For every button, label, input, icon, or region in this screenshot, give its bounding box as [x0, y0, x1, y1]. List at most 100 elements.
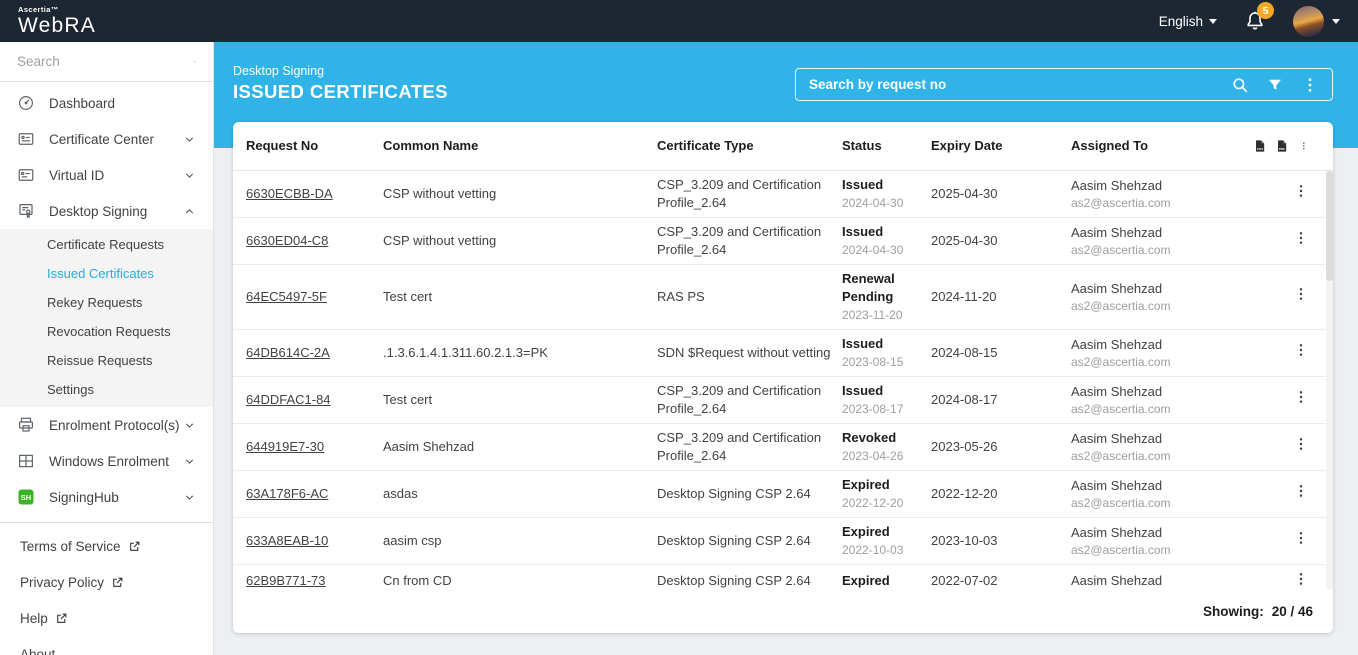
external-link-icon [55, 612, 68, 625]
request-no-link[interactable]: 6630ECBB-DA [246, 186, 333, 201]
row-actions-kebab-icon[interactable] [1293, 285, 1309, 303]
assigned-to-email: as2@ascertia.com [1071, 448, 1247, 464]
request-no-link[interactable]: 633A8EAB-10 [246, 533, 328, 548]
status-badge: Issued [842, 382, 923, 400]
issued-certificates-card: Request NoCommon NameCertificate TypeSta… [233, 122, 1333, 633]
assigned-to-name: Aasim Shehzad [1071, 280, 1247, 298]
expiry-date-cell: 2024-08-17 [931, 392, 998, 407]
svg-text:PDF: PDF [1279, 147, 1285, 151]
column-header-common-name: Common Name [383, 122, 657, 170]
row-actions-kebab-icon[interactable] [1293, 388, 1309, 406]
svg-text:SH: SH [21, 493, 31, 502]
request-no-link[interactable]: 64EC5497-5F [246, 289, 327, 304]
sidebar-subitem-label: Certificate Requests [47, 237, 164, 252]
chevron-down-icon [183, 169, 196, 182]
request-no-link[interactable]: 644919E7-30 [246, 439, 324, 454]
request-no-link[interactable]: 62B9B771-73 [246, 573, 326, 588]
sidebar-subitem-settings[interactable]: Settings [0, 375, 213, 404]
certificate-type-cell: CSP_3.209 and Certification Profile_2.64 [657, 383, 821, 416]
footer-link-privacy-policy[interactable]: Privacy Policy [0, 564, 213, 600]
avatar [1293, 6, 1324, 37]
assigned-to-email: as2@ascertia.com [1071, 495, 1247, 511]
export-csv-icon[interactable]: CSV [1255, 136, 1265, 156]
sidebar-item-signinghub[interactable]: SHSigningHub [0, 479, 213, 515]
assigned-to-name: Aasim Shehzad [1071, 477, 1247, 495]
row-actions-kebab-icon[interactable] [1293, 529, 1309, 547]
row-actions-kebab-icon[interactable] [1293, 482, 1309, 500]
search-icon[interactable] [194, 53, 196, 70]
request-search-input[interactable] [809, 77, 1214, 92]
certificate-center-icon [17, 130, 35, 148]
assigned-to-name: Aasim Shehzad [1071, 224, 1247, 242]
sidebar-item-label: Virtual ID [49, 168, 183, 183]
filter-icon[interactable] [1266, 76, 1284, 94]
certificate-type-cell: Desktop Signing CSP 2.64 [657, 486, 811, 501]
expiry-date-cell: 2024-11-20 [931, 289, 997, 304]
sidebar-item-label: Dashboard [49, 96, 196, 111]
sidebar-item-enrolment-protocol-s[interactable]: Enrolment Protocol(s) [0, 407, 213, 443]
search-input[interactable] [17, 54, 194, 69]
table-row: 64EC5497-5FTest certRAS PSRenewal Pendin… [233, 264, 1333, 329]
assigned-to-name: Aasim Shehzad [1071, 572, 1247, 590]
export-pdf-icon[interactable]: PDF [1277, 136, 1287, 156]
sidebar-subitem-rekey-requests[interactable]: Rekey Requests [0, 288, 213, 317]
sidebar-item-desktop-signing[interactable]: Desktop Signing [0, 193, 213, 229]
search-icon[interactable] [1231, 76, 1249, 94]
request-no-link[interactable]: 64DB614C-2A [246, 345, 330, 360]
row-actions-kebab-icon[interactable] [1293, 570, 1309, 588]
chevron-down-icon [1209, 19, 1217, 24]
row-actions-kebab-icon[interactable] [1293, 182, 1309, 200]
request-no-link[interactable]: 64DDFAC1-84 [246, 392, 331, 407]
more-options-icon[interactable] [1301, 76, 1319, 94]
sidebar-item-virtual-id[interactable]: Virtual ID [0, 157, 213, 193]
common-name-cell: Cn from CD [383, 573, 452, 588]
showing-count: 20 / 46 [1272, 604, 1313, 619]
footer-link-terms-of-service[interactable]: Terms of Service [0, 528, 213, 564]
status-date: 2023-11-20 [842, 308, 903, 322]
sidebar-subitem-certificate-requests[interactable]: Certificate Requests [0, 230, 213, 259]
table-row: 6630ECBB-DACSP without vettingCSP_3.209 … [233, 171, 1333, 218]
notifications-button[interactable]: 5 [1243, 9, 1267, 33]
status-badge: Renewal Pending [842, 270, 923, 306]
request-no-link[interactable]: 6630ED04-C8 [246, 233, 328, 248]
assigned-to-name: Aasim Shehzad [1071, 524, 1247, 542]
sidebar-search [0, 42, 213, 82]
status-badge: Issued [842, 335, 923, 353]
certificate-type-cell: Desktop Signing CSP 2.64 [657, 573, 811, 588]
common-name-cell: CSP without vetting [383, 233, 496, 248]
sidebar-item-label: Windows Enrolment [49, 454, 183, 469]
footer-link-help[interactable]: Help [0, 600, 213, 636]
table-row: 62B9B771-73 Cn from CD Desktop Signing CSP… [233, 564, 1333, 590]
status-date: 2022-10-03 [842, 543, 903, 557]
sidebar-item-dashboard[interactable]: Dashboard [0, 85, 213, 121]
common-name-cell: .1.3.6.1.4.1.311.60.2.1.3=PK [383, 345, 548, 360]
row-actions-kebab-icon[interactable] [1293, 341, 1309, 359]
row-actions-kebab-icon[interactable] [1293, 435, 1309, 453]
sidebar-subitem-reissue-requests[interactable]: Reissue Requests [0, 346, 213, 375]
expiry-date-cell: 2025-04-30 [931, 233, 998, 248]
common-name-cell: Test cert [383, 392, 432, 407]
sidebar-subitem-label: Rekey Requests [47, 295, 142, 310]
sidebar-subitem-label: Revocation Requests [47, 324, 171, 339]
row-actions-kebab-icon[interactable] [1293, 229, 1309, 247]
sidebar-item-windows-enrolment[interactable]: Windows Enrolment [0, 443, 213, 479]
status-date: 2024-04-30 [842, 196, 903, 210]
sidebar-item-certificate-center[interactable]: Certificate Center [0, 121, 213, 157]
sidebar-subitem-label: Issued Certificates [47, 266, 154, 281]
footer-link-about[interactable]: About [0, 636, 213, 655]
sidebar-item-label: Certificate Center [49, 132, 183, 147]
table-options-kebab-icon[interactable] [1299, 137, 1309, 155]
language-selector[interactable]: English [1159, 14, 1217, 29]
dashboard-icon [17, 94, 35, 112]
table-row: 644919E7-30Aasim ShehzadCSP_3.209 and Ce… [233, 423, 1333, 470]
table-search-bar [795, 68, 1333, 101]
sidebar-subitem-issued-certificates[interactable]: Issued Certificates [0, 259, 213, 288]
table-scrollbar[interactable] [1326, 171, 1333, 590]
request-no-link[interactable]: 63A178F6-AC [246, 486, 328, 501]
sidebar-subitem-label: Reissue Requests [47, 353, 153, 368]
user-menu[interactable] [1293, 6, 1340, 37]
app-logo[interactable]: Ascertia™ WebRA [18, 6, 96, 37]
assigned-to-name: Aasim Shehzad [1071, 336, 1247, 354]
sidebar-subitem-revocation-requests[interactable]: Revocation Requests [0, 317, 213, 346]
sidebar-footer: Terms of ServicePrivacy PolicyHelpAbout [0, 522, 213, 655]
